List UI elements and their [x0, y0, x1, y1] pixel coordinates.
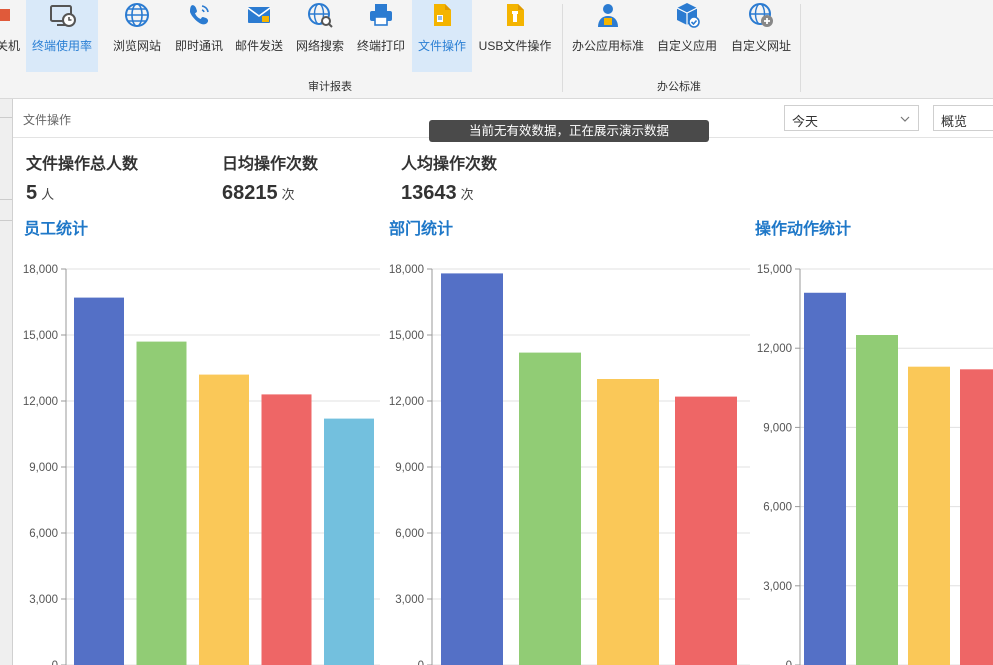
- usb-file-operation-button[interactable]: USB文件操作: [476, 0, 554, 72]
- bar[interactable]: [908, 366, 950, 665]
- view-mode-select[interactable]: 概览: [933, 105, 993, 131]
- globe-icon: [125, 3, 149, 27]
- y-tick-label: 0: [786, 660, 792, 665]
- ribbon-group-separator: [562, 4, 563, 92]
- stat-value: 5: [26, 182, 38, 204]
- shutdown-button[interactable]: 关机: [0, 0, 24, 72]
- ribbon-group-separator: [800, 4, 801, 92]
- y-tick-label: 6,000: [395, 528, 424, 540]
- page-title: 文件操作: [23, 113, 72, 127]
- file-icon: [434, 4, 451, 26]
- stat-daily-ops: 日均操作次数 68215 次: [222, 150, 318, 205]
- stat-unit: 人: [41, 187, 55, 202]
- stat-per-user-ops: 人均操作次数 13643 次: [401, 150, 497, 205]
- y-tick-label: 6,000: [29, 528, 58, 540]
- terminal-print-button[interactable]: 终端打印: [351, 0, 411, 72]
- chevron-down-icon: [900, 116, 910, 122]
- bar[interactable]: [519, 352, 581, 665]
- group-label-audit-report: 审计报表: [308, 81, 352, 93]
- power-icon: [0, 9, 10, 21]
- demo-data-toast: 当前无有效数据，正在展示演示数据: [429, 120, 709, 142]
- globe-add-icon: [749, 3, 773, 27]
- bar[interactable]: [960, 369, 993, 665]
- globe-search-icon: [308, 3, 333, 28]
- usb-file-icon: [507, 4, 524, 26]
- bar[interactable]: [324, 418, 374, 665]
- mail-send-button[interactable]: 邮件发送: [230, 0, 288, 72]
- stat-unit: 次: [460, 187, 474, 202]
- bar[interactable]: [261, 394, 312, 665]
- y-tick-label: 9,000: [763, 422, 792, 434]
- date-range-select[interactable]: 今天: [784, 105, 919, 131]
- y-tick-label: 18,000: [23, 264, 58, 276]
- bar[interactable]: [136, 341, 187, 665]
- monitor-clock-icon: [50, 5, 76, 27]
- chart-title-department: 部门统计: [389, 221, 454, 238]
- user-badge-icon: [598, 4, 618, 27]
- y-tick-label: 9,000: [395, 462, 424, 474]
- mail-icon: [247, 7, 271, 23]
- bar[interactable]: [74, 297, 124, 665]
- bar[interactable]: [675, 396, 737, 665]
- y-tick-label: 12,000: [757, 343, 792, 355]
- browse-website-button[interactable]: 浏览网站: [106, 0, 168, 72]
- stat-value: 13643: [401, 182, 457, 204]
- stat-unit: 次: [281, 187, 295, 202]
- bar[interactable]: [199, 374, 249, 665]
- phone-icon: [190, 5, 209, 25]
- chart-title-action: 操作动作统计: [755, 221, 852, 238]
- ribbon-toolbar: 关机 终端使用率 浏览网站 即时通讯 邮件发送 网络搜索 终端打印 文件操作 U…: [0, 0, 993, 99]
- stat-label: 人均操作次数: [401, 156, 498, 173]
- bar[interactable]: [441, 273, 503, 665]
- y-tick-label: 15,000: [23, 330, 58, 342]
- y-tick-label: 18,000: [389, 264, 424, 276]
- web-search-button[interactable]: 网络搜索: [290, 0, 350, 72]
- terminal-usage-button[interactable]: 终端使用率: [26, 0, 98, 72]
- y-tick-label: 3,000: [29, 594, 58, 606]
- custom-url-button[interactable]: 自定义网址: [726, 0, 796, 72]
- cube-check-icon: [676, 3, 700, 28]
- group-label-office-standard: 办公标准: [657, 81, 701, 93]
- y-tick-label: 15,000: [389, 330, 424, 342]
- y-tick-label: 12,000: [23, 396, 58, 408]
- office-standard-button[interactable]: 办公应用标准: [568, 0, 648, 72]
- y-tick-label: 15,000: [757, 264, 792, 276]
- department-bar-chart: 0 3,000 6,000 9,000 12,000 15,000 18,000: [389, 264, 750, 665]
- stat-label: 日均操作次数: [222, 156, 319, 173]
- y-tick-label: 3,000: [763, 581, 792, 593]
- y-tick-label: 3,000: [395, 594, 424, 606]
- chart-title-employee: 员工统计: [24, 221, 89, 238]
- instant-messaging-button[interactable]: 即时通讯: [168, 0, 230, 72]
- stat-label: 文件操作总人数: [26, 156, 139, 173]
- y-tick-label: 0: [52, 660, 58, 665]
- bar[interactable]: [804, 292, 846, 665]
- y-tick-label: 12,000: [389, 396, 424, 408]
- custom-app-button[interactable]: 自定义应用: [652, 0, 722, 72]
- y-tick-label: 0: [418, 660, 424, 665]
- action-bar-chart: 0 3,000 6,000 9,000 12,000 15,000: [757, 264, 993, 665]
- panel-handle[interactable]: [0, 99, 12, 118]
- stat-total-users: 文件操作总人数 5人: [26, 150, 138, 205]
- stat-value: 68215: [222, 182, 278, 204]
- bar[interactable]: [856, 335, 898, 665]
- employee-bar-chart: 0 3,000 6,000 9,000 12,000 15,000 18,000: [23, 264, 380, 665]
- printer-icon: [370, 4, 392, 26]
- bar[interactable]: [597, 379, 659, 665]
- file-operation-button[interactable]: 文件操作: [412, 0, 472, 72]
- y-tick-label: 6,000: [763, 502, 792, 514]
- panel-handle[interactable]: [0, 199, 12, 221]
- y-tick-label: 9,000: [29, 462, 58, 474]
